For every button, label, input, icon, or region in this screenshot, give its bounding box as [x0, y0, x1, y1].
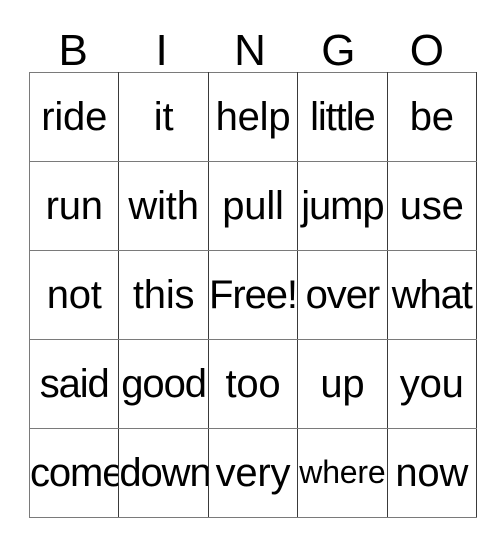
bingo-cell-label: use — [399, 184, 464, 228]
bingo-header-letter-g: G — [321, 26, 356, 76]
bingo-cell-label: ride — [41, 95, 108, 139]
bingo-grid: ride it help little be run with pull jum… — [29, 72, 477, 518]
bingo-cell[interactable]: pull — [208, 161, 299, 251]
bingo-cell-label: jump — [301, 184, 384, 228]
bingo-row: come down very where now — [29, 428, 477, 518]
bingo-cell-label: it — [153, 95, 174, 139]
bingo-cell-label: now — [395, 451, 469, 495]
bingo-cell[interactable]: it — [118, 72, 209, 162]
bingo-free-space[interactable]: Free! — [208, 250, 299, 340]
bingo-cell-label: you — [399, 362, 464, 406]
bingo-header-letter-i: I — [155, 26, 168, 76]
bingo-cell[interactable]: good — [118, 339, 209, 429]
bingo-cell[interactable]: said — [29, 339, 120, 429]
bingo-header-cell-o: O — [383, 22, 471, 76]
bingo-cell-label: little — [310, 95, 376, 139]
bingo-cell[interactable]: what — [387, 250, 477, 340]
bingo-cell[interactable]: very — [208, 428, 299, 518]
bingo-cell-label: down — [119, 451, 209, 495]
bingo-cell-label: what — [391, 273, 473, 317]
bingo-cell[interactable]: ride — [29, 72, 120, 162]
bingo-cell[interactable]: you — [387, 339, 477, 429]
bingo-header-letter-n: N — [234, 26, 266, 76]
bingo-cell-label: pull — [222, 184, 284, 228]
bingo-header-letter-o: O — [409, 26, 444, 76]
bingo-header-cell-b: B — [29, 22, 117, 76]
bingo-header-cell-n: N — [206, 22, 294, 76]
bingo-cell[interactable]: now — [387, 428, 477, 518]
bingo-cell-label: help — [215, 95, 291, 139]
bingo-cell[interactable]: be — [387, 72, 477, 162]
bingo-cell[interactable]: help — [208, 72, 299, 162]
bingo-cell[interactable]: run — [29, 161, 120, 251]
bingo-row: not this Free! over what — [29, 250, 477, 340]
bingo-cell-label: very — [215, 451, 291, 495]
bingo-row: said good too up you — [29, 339, 477, 429]
bingo-cell[interactable]: down — [118, 428, 209, 518]
bingo-cell[interactable]: where — [297, 428, 388, 518]
bingo-header-row: B I N G O — [29, 22, 471, 76]
bingo-cell[interactable]: too — [208, 339, 299, 429]
bingo-row: ride it help little be — [29, 72, 477, 162]
bingo-cell-label: where — [299, 454, 386, 491]
bingo-cell[interactable]: jump — [297, 161, 388, 251]
bingo-cell-label: over — [305, 273, 381, 317]
bingo-cell[interactable]: use — [387, 161, 477, 251]
bingo-header-letter-b: B — [58, 26, 88, 76]
bingo-row: run with pull jump use — [29, 161, 477, 251]
bingo-cell-label: up — [320, 362, 365, 406]
bingo-cell[interactable]: come — [29, 428, 120, 518]
bingo-cell[interactable]: over — [297, 250, 388, 340]
bingo-cell-label: come — [30, 451, 119, 495]
bingo-cell-label: this — [132, 273, 195, 317]
bingo-cell-label: be — [409, 95, 454, 139]
bingo-cell[interactable]: little — [297, 72, 388, 162]
bingo-cell-label: too — [225, 362, 281, 406]
bingo-cell-label: run — [45, 184, 103, 228]
bingo-cell[interactable]: with — [118, 161, 209, 251]
bingo-header-cell-g: G — [294, 22, 382, 76]
bingo-card: B I N G O ride it help little be run wit… — [29, 22, 477, 518]
bingo-cell[interactable]: not — [29, 250, 120, 340]
bingo-cell[interactable]: up — [297, 339, 388, 429]
bingo-free-space-label: Free! — [209, 273, 297, 317]
bingo-header-cell-i: I — [117, 22, 205, 76]
bingo-cell-label: with — [128, 184, 199, 228]
bingo-cell-label: said — [39, 362, 110, 406]
bingo-cell[interactable]: this — [118, 250, 209, 340]
bingo-cell-label: good — [121, 362, 207, 406]
bingo-cell-label: not — [46, 273, 102, 317]
